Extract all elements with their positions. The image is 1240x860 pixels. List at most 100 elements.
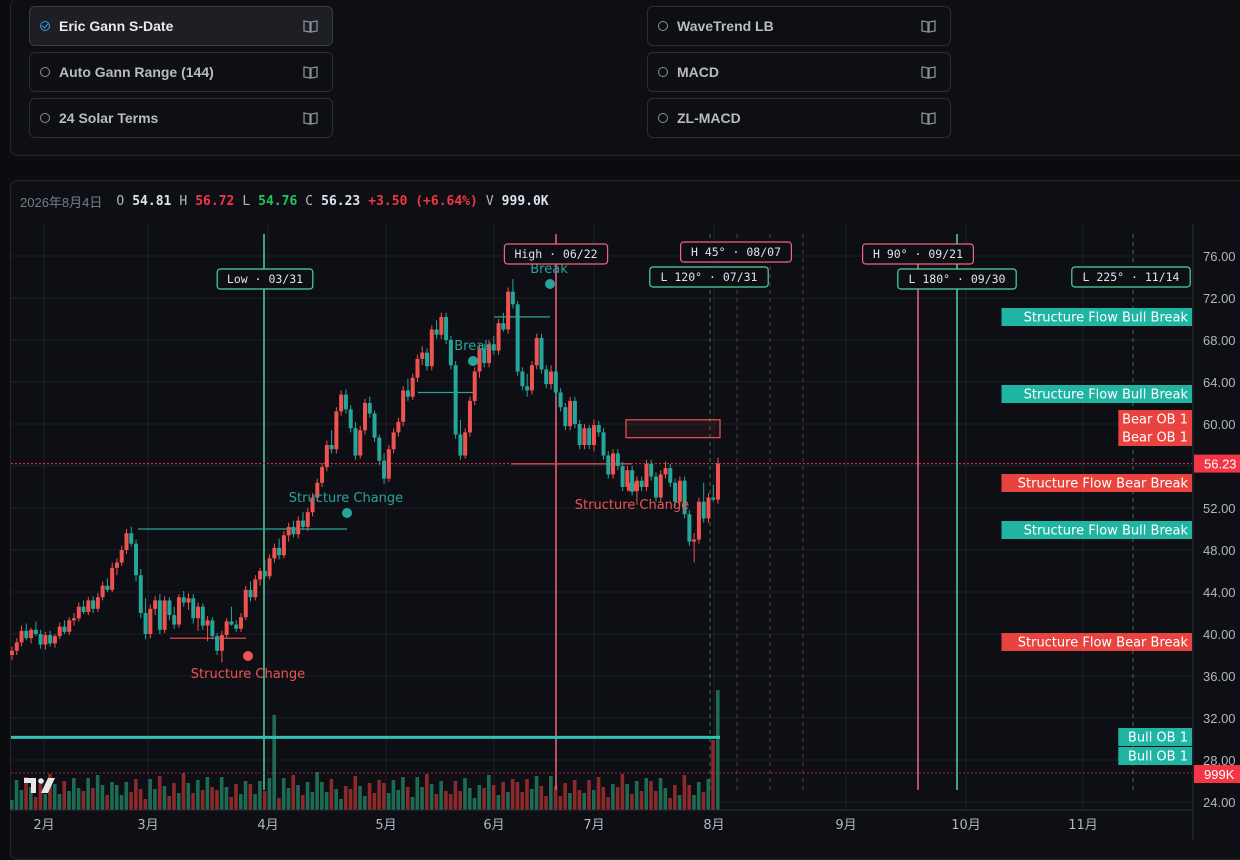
- volume-bar: [568, 793, 572, 810]
- volume-bar: [706, 779, 711, 810]
- y-tick-label: 72.00: [1203, 291, 1236, 306]
- gann-date-label: H 45° · 08/07: [691, 245, 781, 259]
- volume-bar: [172, 783, 176, 810]
- y-tick-label: 68.00: [1203, 333, 1236, 348]
- volume-bar: [367, 783, 372, 810]
- candle-body: [157, 600, 162, 630]
- candle-body: [463, 432, 468, 456]
- volume-bar: [181, 773, 186, 810]
- candle-body: [129, 533, 134, 544]
- y-tick-label: 52.00: [1203, 501, 1236, 516]
- volume-bar: [86, 778, 90, 810]
- candle-body: [210, 620, 215, 637]
- volume-bar: [148, 779, 152, 810]
- candle-body: [124, 533, 129, 550]
- volume-bar: [286, 788, 291, 810]
- candle-body: [38, 634, 43, 645]
- candle-body: [549, 371, 554, 385]
- volume-bar: [620, 774, 625, 810]
- volume-bar: [320, 782, 324, 810]
- structure-annotation: Structure Change: [289, 491, 403, 506]
- candle-body: [91, 600, 96, 609]
- y-tick-label: 64.00: [1203, 375, 1236, 390]
- volume-bar: [196, 780, 200, 810]
- candle-body: [62, 626, 67, 632]
- volume-bar: [157, 776, 162, 810]
- volume-bar: [625, 784, 629, 810]
- volume-bar: [200, 790, 205, 810]
- candle-body: [467, 400, 472, 433]
- candle-body: [630, 470, 635, 492]
- candle-body: [339, 394, 344, 412]
- volume-bar: [549, 776, 553, 810]
- volume-bar: [687, 785, 691, 810]
- volume-bar: [353, 776, 358, 810]
- volume-bar: [296, 785, 300, 810]
- candle-body: [81, 606, 86, 612]
- candle-body: [176, 597, 181, 625]
- volume-bar: [496, 795, 501, 810]
- volume-bar: [458, 791, 463, 810]
- volume-bar: [291, 775, 296, 810]
- candle-body: [429, 329, 434, 367]
- x-tick-label: 7月: [583, 818, 604, 833]
- volume-bar: [67, 791, 71, 810]
- candle-body: [72, 618, 77, 621]
- volume-bar: [472, 798, 477, 810]
- candle-body: [696, 501, 701, 540]
- candle-body: [33, 629, 38, 634]
- volume-bar: [334, 789, 338, 810]
- volume-bar: [19, 790, 24, 810]
- volume-bar: [219, 777, 224, 810]
- volume-bar: [191, 793, 195, 810]
- volume-bar: [434, 794, 439, 810]
- candle-body: [215, 636, 220, 651]
- volume-bar: [396, 790, 400, 810]
- volume-bar: [477, 785, 482, 810]
- candle-body: [372, 413, 377, 438]
- structure-flow-label: Structure Flow Bull Break: [1024, 524, 1189, 539]
- volume-bar: [544, 796, 548, 810]
- volume-bar: [596, 777, 601, 810]
- candle-body: [639, 480, 644, 487]
- structure-annotation: Break: [454, 339, 492, 354]
- volume-bar: [267, 778, 272, 810]
- gann-date-label: L 180° · 09/30: [909, 272, 1006, 286]
- candle-body: [181, 597, 186, 603]
- candle-body: [496, 323, 501, 351]
- volume-bar: [377, 780, 381, 810]
- volume-bar: [253, 794, 257, 810]
- candle-body: [19, 630, 24, 643]
- candle-body: [458, 434, 463, 456]
- volume-bar: [677, 795, 682, 810]
- volume-bar: [372, 793, 377, 810]
- volume-bar: [138, 789, 143, 810]
- candle-body: [253, 579, 258, 598]
- x-tick-label: 11月: [1068, 818, 1098, 833]
- volume-bar: [238, 794, 243, 810]
- structure-flow-label: Bull OB 1: [1128, 750, 1188, 765]
- structure-flow-label: Structure Flow Bull Break: [1024, 388, 1189, 403]
- candle-body: [396, 421, 401, 433]
- volume-bar: [577, 790, 582, 810]
- candle-body: [300, 520, 305, 527]
- volume-bar: [95, 775, 100, 810]
- candle-body: [520, 371, 525, 387]
- volume-bar: [558, 796, 563, 810]
- volume-bar: [310, 792, 315, 810]
- candlestick-chart[interactable]: Structure ChangeBreakBreakStructure Chan…: [0, 0, 1240, 847]
- volume-bar: [57, 794, 62, 810]
- candle-body: [262, 571, 267, 577]
- volume-bar: [696, 782, 701, 810]
- candle-body: [191, 598, 196, 619]
- volume-bar: [668, 798, 672, 810]
- volume-bar: [339, 799, 343, 810]
- candle-body: [425, 352, 430, 367]
- volume-bar: [606, 797, 610, 810]
- candle-body: [510, 291, 515, 305]
- volume-bar: [716, 690, 720, 810]
- candle-body: [24, 630, 29, 639]
- structure-flow-label: Structure Flow Bear Break: [1018, 477, 1189, 492]
- candle-body: [625, 470, 630, 487]
- volume-bar: [591, 790, 596, 810]
